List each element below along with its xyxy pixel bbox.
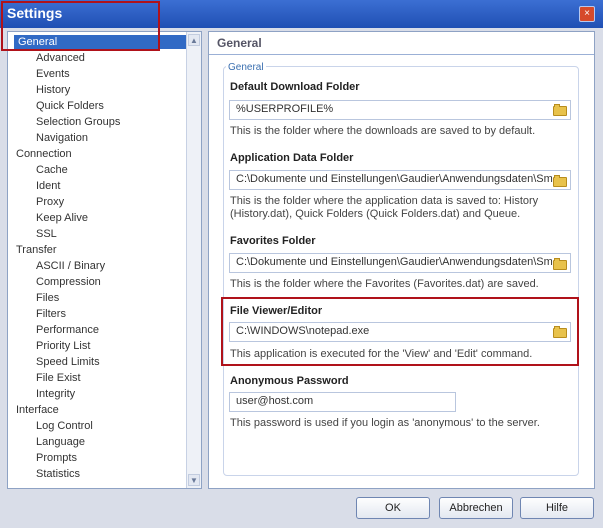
tree-item[interactable]: Compression: [36, 275, 101, 289]
tree-item[interactable]: Prompts: [36, 451, 77, 465]
tree-item[interactable]: Proxy: [36, 195, 64, 209]
panel-header: General: [209, 32, 594, 55]
tree-item[interactable]: Language: [36, 435, 85, 449]
close-button[interactable]: ×: [579, 6, 595, 22]
anonymous-password-help: This password is used if you login as 'a…: [230, 417, 540, 429]
app-data-folder-label: Application Data Folder: [230, 152, 354, 164]
tree-item[interactable]: Speed Limits: [36, 355, 100, 369]
tree-item[interactable]: Selection Groups: [36, 115, 120, 129]
app-data-folder-input[interactable]: C:\Dokumente und Einstellungen\Gaudier\A…: [229, 170, 571, 190]
anonymous-password-label: Anonymous Password: [230, 375, 349, 387]
viewer-highlight-box: [221, 297, 579, 366]
tree-item[interactable]: Priority List: [36, 339, 90, 353]
browse-folder-icon[interactable]: [553, 104, 567, 116]
tree-item[interactable]: Interface: [16, 403, 59, 417]
panel-title: General: [217, 36, 262, 50]
cancel-button[interactable]: Abbrechen: [439, 497, 513, 519]
favorites-folder-help: This is the folder where the Favorites (…: [230, 278, 539, 290]
scroll-down-icon[interactable]: ▼: [188, 474, 200, 486]
browse-folder-icon[interactable]: [553, 258, 567, 270]
scroll-up-icon[interactable]: ▲: [188, 34, 200, 46]
favorites-folder-input[interactable]: C:\Dokumente und Einstellungen\Gaudier\A…: [229, 253, 571, 273]
tree-item[interactable]: Connection: [16, 147, 72, 161]
tree-item[interactable]: Files: [36, 291, 59, 305]
tree-item[interactable]: File Exist: [36, 371, 81, 385]
tree-item[interactable]: SSL: [36, 227, 57, 241]
favorites-folder-label: Favorites Folder: [230, 235, 316, 247]
tree-item[interactable]: Cache: [36, 163, 68, 177]
download-folder-label: Default Download Folder: [230, 81, 360, 93]
download-folder-input[interactable]: %USERPROFILE%: [229, 100, 571, 120]
tree-item[interactable]: History: [36, 83, 70, 97]
app-data-folder-help-1: This is the folder where the application…: [230, 195, 539, 207]
title-highlight-box: [1, 1, 160, 51]
tree-item[interactable]: Log Control: [36, 419, 93, 433]
tree-item[interactable]: Keep Alive: [36, 211, 88, 225]
tree-item[interactable]: Navigation: [36, 131, 88, 145]
anonymous-password-input[interactable]: user@host.com: [229, 392, 456, 412]
tree-scrollbar[interactable]: ▲ ▼: [186, 32, 201, 488]
tree-item[interactable]: Performance: [36, 323, 99, 337]
settings-window: Settings × General Advanced Events History Q…: [0, 0, 603, 528]
tree-item[interactable]: Quick Folders: [36, 99, 104, 113]
settings-tree[interactable]: General Advanced Events History Quick Folder…: [7, 31, 202, 489]
tree-item[interactable]: Ident: [36, 179, 60, 193]
tree-item[interactable]: Events: [36, 67, 70, 81]
tree-item[interactable]: Advanced: [36, 51, 85, 65]
browse-folder-icon[interactable]: [553, 175, 567, 187]
tree-item[interactable]: Filters: [36, 307, 66, 321]
help-button[interactable]: Hilfe: [520, 497, 594, 519]
tree-item[interactable]: Transfer: [16, 243, 57, 257]
group-legend: General: [226, 62, 266, 73]
app-data-folder-help-2: (History.dat), Quick Folders (Quick Fold…: [230, 208, 521, 220]
tree-item[interactable]: ASCII / Binary: [36, 259, 105, 273]
tree-item[interactable]: Statistics: [36, 467, 80, 481]
tree-item[interactable]: Integrity: [36, 387, 75, 401]
download-folder-help: This is the folder where the downloads a…: [230, 125, 536, 137]
ok-button[interactable]: OK: [356, 497, 430, 519]
